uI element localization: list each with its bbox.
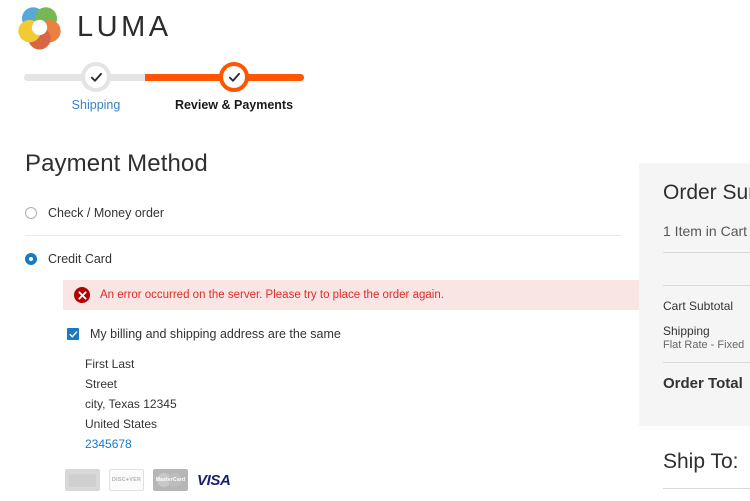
luma-wordmark: LUMA bbox=[77, 11, 172, 43]
summary-items-gap bbox=[663, 253, 750, 285]
mastercard-card-icon: MasterCard bbox=[153, 469, 188, 491]
credit-card-block: Credit Card An error occurred on the ser… bbox=[25, 252, 643, 491]
checkbox-billing-same[interactable] bbox=[67, 328, 79, 340]
step-review-dot bbox=[219, 62, 249, 92]
address-phone-link[interactable]: 2345678 bbox=[85, 434, 625, 454]
summary-row-shipping: Shipping Flat Rate - Fixed bbox=[663, 324, 750, 351]
site-header: LUMA bbox=[0, 0, 750, 54]
check-icon bbox=[90, 72, 102, 82]
checkout-page: LUMA Shipping Review & Payments Payment … bbox=[0, 0, 750, 501]
luma-logo[interactable]: LUMA bbox=[17, 5, 172, 50]
step-review-label: Review & Payments bbox=[174, 98, 294, 112]
check-icon bbox=[68, 330, 77, 337]
ship-to-divider bbox=[663, 488, 750, 489]
accepted-cards-row: DISC●VER MasterCard VISA bbox=[65, 469, 625, 491]
address-street: Street bbox=[85, 377, 118, 391]
amex-inner bbox=[69, 473, 96, 487]
payment-option-check-money-order[interactable]: Check / Money order bbox=[25, 206, 625, 220]
order-total-label: Order Total bbox=[663, 375, 743, 392]
error-message-box: An error occurred on the server. Please … bbox=[63, 280, 643, 310]
payment-option-credit-card[interactable]: Credit Card bbox=[25, 252, 625, 266]
payment-method-section: Payment Method Check / Money order Credi… bbox=[25, 150, 643, 491]
step-shipping[interactable]: Shipping bbox=[66, 56, 126, 112]
step-shipping-dot bbox=[81, 62, 111, 92]
radio-check-money-order[interactable] bbox=[25, 207, 37, 219]
payment-option-label: Credit Card bbox=[48, 252, 112, 266]
visa-card-icon: VISA bbox=[197, 471, 231, 489]
summary-rows: Cart Subtotal Shipping Flat Rate - Fixed bbox=[663, 286, 750, 351]
address-country: United States bbox=[85, 417, 158, 431]
billing-same-as-shipping-row[interactable]: My billing and shipping address are the … bbox=[67, 327, 625, 341]
x-glyph bbox=[77, 290, 87, 300]
step-shipping-label: Shipping bbox=[71, 98, 121, 112]
address-name: First Last bbox=[85, 357, 135, 371]
summary-bottom-pad bbox=[663, 392, 750, 408]
checkout-progress-bar: Shipping Review & Payments bbox=[0, 56, 400, 118]
amex-card-icon bbox=[65, 469, 100, 491]
radio-credit-card[interactable] bbox=[25, 253, 37, 265]
summary-row-sublabel: Flat Rate - Fixed bbox=[663, 339, 745, 351]
ship-to-title: Ship To: bbox=[663, 450, 739, 473]
error-message-text: An error occurred on the server. Please … bbox=[100, 289, 444, 301]
summary-row-label: Shipping bbox=[663, 324, 710, 338]
luma-circles-logo-icon bbox=[18, 7, 61, 50]
summary-row-label: Cart Subtotal bbox=[663, 299, 734, 313]
check-icon bbox=[228, 72, 240, 82]
discover-card-icon: DISC●VER bbox=[109, 469, 144, 491]
order-summary-title: Order Summary bbox=[663, 181, 750, 204]
error-circle-x-icon bbox=[74, 287, 90, 303]
address-city-state-zip: city, Texas 12345 bbox=[85, 397, 177, 411]
order-summary-card: Order Summary 1 Item in Cart Cart Subtot… bbox=[639, 163, 750, 426]
order-sidebar: Order Summary 1 Item in Cart Cart Subtot… bbox=[639, 163, 750, 501]
page-title: Payment Method bbox=[25, 150, 208, 177]
payment-option-label: Check / Money order bbox=[48, 206, 165, 220]
billing-same-label: My billing and shipping address are the … bbox=[90, 327, 341, 341]
mc-label: MasterCard bbox=[155, 477, 186, 483]
order-summary-item-count: 1 Item in Cart bbox=[663, 223, 748, 239]
billing-address-block: First Last Street city, Texas 12345 Unit… bbox=[85, 354, 625, 454]
step-review-payments[interactable]: Review & Payments bbox=[175, 56, 293, 112]
ship-to-section: Ship To: First Last Street bbox=[639, 450, 750, 501]
payment-options-divider bbox=[25, 235, 622, 236]
summary-row-subtotal: Cart Subtotal bbox=[663, 299, 750, 313]
